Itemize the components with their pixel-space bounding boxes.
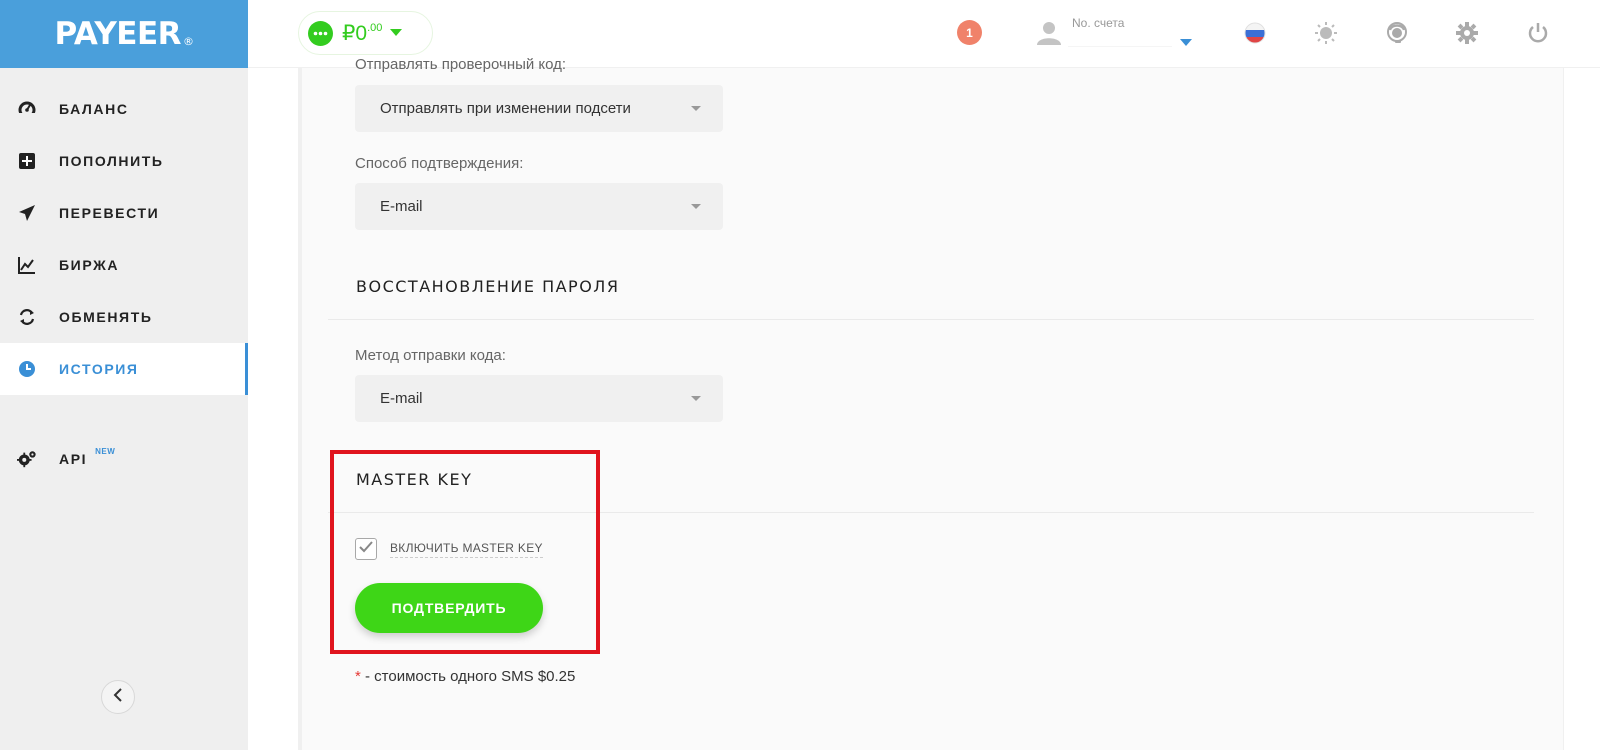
- recovery-method-select[interactable]: E-mail: [355, 375, 723, 422]
- sidebar-item-swap[interactable]: ОБМЕНЯТЬ: [0, 291, 248, 343]
- send-code-select-value: Отправлять при изменении подсети: [380, 100, 631, 117]
- balance-dropdown[interactable]: ₽0.00: [298, 11, 433, 55]
- confirm-method-select-value: E-mail: [380, 198, 423, 215]
- logo-text: PAYEER: [54, 16, 182, 52]
- chart-icon: [17, 255, 37, 275]
- russia-flag-icon[interactable]: [1242, 20, 1268, 46]
- chevron-down-icon: [691, 204, 701, 209]
- sms-cost-footnote: * - стоимость одного SMS $0.25: [355, 668, 575, 685]
- sidebar-item-label: БАЛАНС: [59, 101, 129, 117]
- gears-icon: [17, 449, 37, 469]
- sidebar-item-history[interactable]: ИСТОРИЯ: [0, 343, 248, 395]
- account-number-label: No. счета: [1072, 16, 1125, 30]
- main-content: Отправлять проверочный код: Отправлять п…: [248, 56, 1600, 750]
- balance-integer: 0: [355, 21, 368, 45]
- send-code-select[interactable]: Отправлять при изменении подсети: [355, 85, 723, 132]
- enable-master-key-checkbox-row[interactable]: ВКЛЮЧИТЬ MASTER KEY: [355, 538, 543, 560]
- clock-icon: [17, 359, 37, 379]
- chevron-down-icon: [691, 106, 701, 111]
- paper-plane-icon: [17, 203, 37, 223]
- sidebar-item-deposit[interactable]: ПОПОЛНИТЬ: [0, 135, 248, 187]
- sidebar-item-label: ИСТОРИЯ: [59, 361, 139, 377]
- caret-down-icon: [390, 24, 403, 42]
- sidebar-item-exchange-market[interactable]: БИРЖА: [0, 239, 248, 291]
- sidebar-item-label: ПОПОЛНИТЬ: [59, 153, 164, 169]
- new-badge: NEW: [95, 446, 116, 456]
- user-avatar-icon: [1036, 20, 1062, 51]
- speedometer-icon: [17, 99, 37, 119]
- sidebar-item-label: API: [59, 451, 88, 467]
- recovery-method-label: Метод отправки кода:: [355, 347, 506, 364]
- balance-decimal: .00: [367, 21, 383, 34]
- caret-down-icon: [1180, 34, 1192, 52]
- balance-currency: ₽: [342, 21, 356, 45]
- logo-registered-mark: ®: [183, 34, 194, 48]
- sidebar-item-label: ПЕРЕВЕСТИ: [59, 205, 160, 221]
- plus-square-icon: [17, 151, 37, 171]
- section-divider: [328, 319, 1534, 320]
- sidebar-item-label: БИРЖА: [59, 257, 120, 273]
- sidebar: PAYEER ® БАЛАНС ПОПОЛНИТЬ ПЕРЕВЕСТИ БИРЖА: [0, 0, 248, 750]
- theme-sun-icon[interactable]: [1313, 20, 1339, 46]
- chevron-down-icon: [691, 396, 701, 401]
- sidebar-nav: БАЛАНС ПОПОЛНИТЬ ПЕРЕВЕСТИ БИРЖА ОБМЕНЯТ…: [0, 68, 248, 485]
- notifications-badge[interactable]: 1: [957, 20, 982, 45]
- account-number-value: [1068, 31, 1172, 47]
- payeer-logo[interactable]: PAYEER ®: [0, 0, 248, 68]
- balance-amount: ₽0.00: [342, 21, 382, 46]
- master-key-title: MASTER KEY: [356, 470, 473, 489]
- footnote-text: - стоимость одного SMS $0.25: [360, 668, 576, 685]
- confirm-button[interactable]: ПОДТВЕРДИТЬ: [355, 583, 543, 633]
- exchange-icon: [17, 307, 37, 327]
- settings-gear-icon[interactable]: [1454, 20, 1480, 46]
- confirm-method-select[interactable]: E-mail: [355, 183, 723, 230]
- collapse-sidebar-button[interactable]: [101, 680, 135, 714]
- confirm-method-label: Способ подтверждения:: [355, 155, 524, 172]
- section-divider: [328, 512, 1534, 513]
- checkmark-icon: [359, 540, 373, 558]
- enable-master-key-checkbox[interactable]: [355, 538, 377, 560]
- send-code-label: Отправлять проверочный код:: [355, 56, 567, 73]
- sidebar-item-api[interactable]: API NEW: [0, 433, 248, 485]
- password-recovery-title: ВОССТАНОВЛЕНИЕ ПАРОЛЯ: [356, 277, 620, 296]
- sidebar-item-transfer[interactable]: ПЕРЕВЕСТИ: [0, 187, 248, 239]
- chevron-left-icon: [112, 687, 124, 707]
- enable-master-key-label[interactable]: ВКЛЮЧИТЬ MASTER KEY: [390, 541, 543, 558]
- recovery-method-select-value: E-mail: [380, 390, 423, 407]
- sidebar-item-balance[interactable]: БАЛАНС: [0, 83, 248, 135]
- support-icon[interactable]: [1384, 20, 1410, 46]
- sidebar-item-label: ОБМЕНЯТЬ: [59, 309, 153, 325]
- more-dots-icon: [308, 20, 333, 46]
- power-icon[interactable]: [1525, 20, 1551, 46]
- settings-card: Отправлять проверочный код: Отправлять п…: [298, 56, 1564, 750]
- account-selector[interactable]: No. счета: [1036, 14, 1196, 54]
